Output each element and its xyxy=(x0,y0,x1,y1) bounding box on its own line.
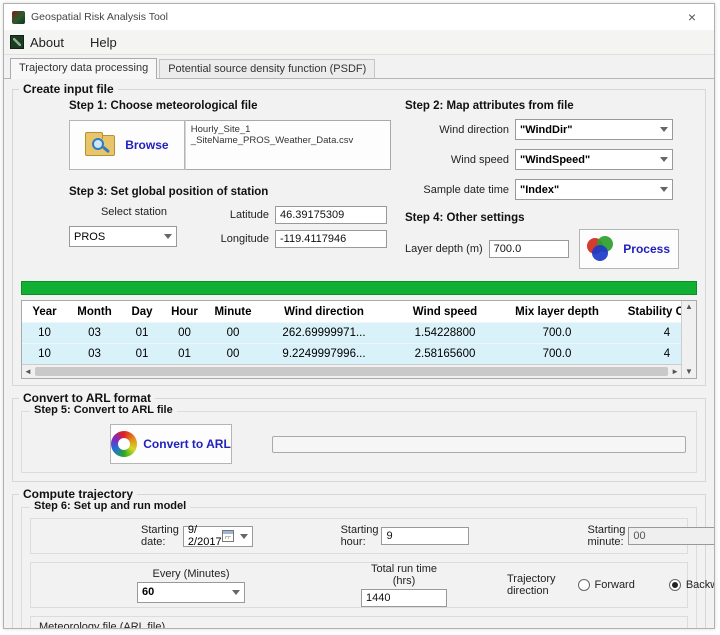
browse-met-file-button[interactable]: Browse xyxy=(69,120,185,170)
layer-depth-input[interactable] xyxy=(489,240,569,258)
chevron-down-icon xyxy=(232,590,240,595)
menu-about[interactable]: About xyxy=(28,33,76,52)
create-input-title: Create input file xyxy=(19,82,118,96)
convert-arl-title: Convert to ARL format xyxy=(19,391,155,405)
title-bar: Geospatial Risk Analysis Tool × xyxy=(4,4,714,30)
total-run-time-input[interactable] xyxy=(361,589,447,607)
start-time-panel: Starting date: 9/ 2/2017 Starting hour: … xyxy=(30,518,688,554)
folder-search-icon xyxy=(85,132,119,158)
scroll-down-icon[interactable]: ▼ xyxy=(685,368,693,376)
tab-trajectory-data-processing[interactable]: Trajectory data processing xyxy=(10,58,157,79)
latitude-label: Latitude xyxy=(207,209,269,221)
met-file-panel: Meteorology file (ARL file) Browse Outpu… xyxy=(30,616,688,629)
wind-speed-label: Wind speed xyxy=(405,154,509,166)
col-minute[interactable]: Minute xyxy=(207,306,259,318)
starting-hour-input[interactable] xyxy=(381,527,469,545)
window-title: Geospatial Risk Analysis Tool xyxy=(31,11,678,23)
sample-date-time-select[interactable]: "Index" xyxy=(515,179,673,200)
col-mix-layer-depth[interactable]: Mix layer depth xyxy=(501,306,613,318)
process-rgb-icon xyxy=(587,236,617,262)
step6-title: Step 6: Set up and run model xyxy=(30,500,190,512)
longitude-input[interactable] xyxy=(275,230,387,248)
about-menu-icon xyxy=(10,35,24,49)
scroll-left-icon[interactable]: ◄ xyxy=(24,368,32,376)
create-input-group: Create input file Step 1: Choose meteoro… xyxy=(12,89,706,386)
latitude-input[interactable] xyxy=(275,206,387,224)
compute-trajectory-group: Compute trajectory Step 6: Set up and ru… xyxy=(12,494,706,629)
wind-speed-select[interactable]: "WindSpeed" xyxy=(515,149,673,170)
convert-ring-icon xyxy=(111,431,137,457)
starting-minute-input[interactable] xyxy=(628,527,715,545)
col-month[interactable]: Month xyxy=(67,306,122,318)
convert-to-arl-button[interactable]: Convert to ARL xyxy=(110,424,232,464)
weather-data-table: Year Month Day Hour Minute Wind directio… xyxy=(21,300,697,379)
convert-progress-bar xyxy=(272,436,686,453)
app-window: Geospatial Risk Analysis Tool × About He… xyxy=(3,3,715,629)
station-select[interactable]: PROS xyxy=(69,226,177,247)
scroll-right-icon[interactable]: ► xyxy=(671,368,679,376)
every-minutes-select[interactable]: 60 xyxy=(137,582,245,603)
col-hour[interactable]: Hour xyxy=(162,306,207,318)
starting-date-picker[interactable]: 9/ 2/2017 xyxy=(183,526,253,547)
step5-title: Step 5: Convert to ARL file xyxy=(30,404,177,416)
met-file-line2: _SiteName_PROS_Weather_Data.csv xyxy=(191,135,385,146)
run-settings-panel: Every (Minutes) 60 Total run time (hrs) … xyxy=(30,562,688,608)
layer-depth-label: Layer depth (m) xyxy=(405,243,483,255)
met-file-name-box: Hourly_Site_1 _SiteName_PROS_Weather_Dat… xyxy=(185,120,391,170)
scroll-up-icon[interactable]: ▲ xyxy=(685,303,693,311)
vertical-scrollbar[interactable]: ▲ ▼ xyxy=(681,301,696,378)
step5-subgroup: Step 5: Convert to ARL file Convert to A… xyxy=(21,411,697,473)
chevron-down-icon xyxy=(164,234,172,239)
trajectory-direction-label: Trajectory direction xyxy=(507,573,556,597)
horizontal-scrollbar[interactable]: ◄ ► xyxy=(22,364,681,378)
chevron-down-icon xyxy=(660,187,668,192)
menu-bar: About Help xyxy=(4,30,714,55)
calendar-icon xyxy=(222,530,234,542)
step1-title: Step 1: Choose meteorological file xyxy=(69,100,391,112)
process-progress-bar xyxy=(21,281,697,295)
process-button[interactable]: Process xyxy=(579,229,679,269)
radio-checked-icon xyxy=(669,579,681,591)
radio-icon xyxy=(578,579,590,591)
close-button[interactable]: × xyxy=(678,6,706,28)
tab-strip: Trajectory data processing Potential sou… xyxy=(4,55,714,78)
table-row[interactable]: 10 03 01 01 00 9.2249997996... 2.5816560… xyxy=(22,343,681,364)
tab-page: Create input file Step 1: Choose meteoro… xyxy=(4,78,714,629)
starting-date-label: Starting date: xyxy=(141,524,179,548)
step3-title: Step 3: Set global position of station xyxy=(69,186,391,198)
starting-hour-label: Starting hour: xyxy=(341,524,379,548)
app-icon xyxy=(12,11,25,24)
step6-subgroup: Step 6: Set up and run model Starting da… xyxy=(21,507,697,629)
table-header-row: Year Month Day Hour Minute Wind directio… xyxy=(22,301,681,322)
h-scroll-thumb[interactable] xyxy=(35,367,668,376)
chevron-down-icon xyxy=(240,534,248,539)
step4-title: Step 4: Other settings xyxy=(405,212,697,224)
starting-minute-label: Starting minute: xyxy=(587,524,625,548)
col-stability-class[interactable]: Stability Class xyxy=(613,306,681,318)
backward-radio[interactable]: Backward xyxy=(669,579,715,591)
table-row[interactable]: 10 03 01 00 00 262.69999971... 1.5422880… xyxy=(22,322,681,343)
total-run-time-label: Total run time (hrs) xyxy=(361,563,447,587)
wind-direction-select[interactable]: "WindDir" xyxy=(515,119,673,140)
col-day[interactable]: Day xyxy=(122,306,162,318)
col-wind-speed[interactable]: Wind speed xyxy=(389,306,501,318)
compute-trajectory-title: Compute trajectory xyxy=(19,487,137,501)
step2-title: Step 2: Map attributes from file xyxy=(405,100,697,112)
met-file-line1: Hourly_Site_1 xyxy=(191,124,385,135)
sample-date-time-label: Sample date time xyxy=(405,184,509,196)
met-arl-file-label: Meteorology file (ARL file) xyxy=(39,621,679,629)
tab-psdf[interactable]: Potential source density function (PSDF) xyxy=(159,59,375,78)
convert-arl-group: Convert to ARL format Step 5: Convert to… xyxy=(12,398,706,482)
col-wind-direction[interactable]: Wind direction xyxy=(259,306,389,318)
col-year[interactable]: Year xyxy=(22,306,67,318)
chevron-down-icon xyxy=(660,157,668,162)
forward-radio[interactable]: Forward xyxy=(578,579,635,591)
select-station-label: Select station xyxy=(69,206,199,218)
every-minutes-label: Every (Minutes) xyxy=(137,568,245,580)
menu-help[interactable]: Help xyxy=(76,33,129,52)
wind-direction-label: Wind direction xyxy=(405,124,509,136)
chevron-down-icon xyxy=(660,127,668,132)
longitude-label: Longitude xyxy=(207,233,269,245)
